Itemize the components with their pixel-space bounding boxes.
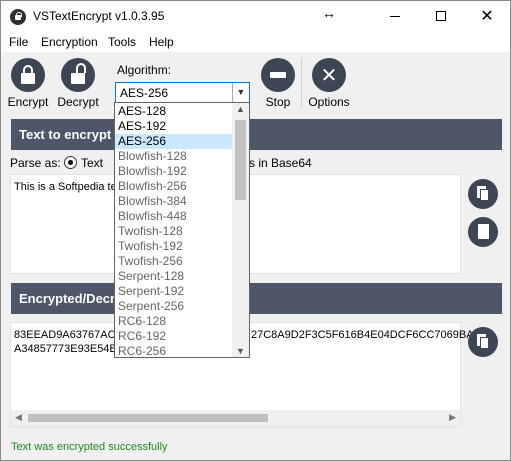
dropdown-option[interactable]: Twofish-192 bbox=[115, 239, 233, 254]
stop-icon bbox=[261, 58, 295, 92]
dropdown-option[interactable]: RC6-192 bbox=[115, 329, 233, 344]
scroll-left-icon[interactable]: ◀ bbox=[15, 412, 22, 423]
wrench-screwdriver-icon: ✕ bbox=[312, 58, 346, 92]
dropdown-option[interactable]: Blowfish-384 bbox=[115, 194, 233, 209]
options-button[interactable]: ✕ Options bbox=[304, 58, 354, 109]
dropdown-scroll-thumb[interactable] bbox=[235, 120, 246, 200]
options-label: Options bbox=[308, 95, 350, 109]
close-icon: ✕ bbox=[480, 8, 494, 25]
scrollbar-thumb[interactable] bbox=[28, 414, 268, 422]
parse-options: Parse as: Text s in Base64 bbox=[10, 156, 500, 172]
output-line-1-left: 83EEAD9A63767AC6 bbox=[14, 329, 122, 341]
encrypt-button[interactable]: Encrypt bbox=[3, 58, 53, 109]
minimize-button[interactable] bbox=[372, 1, 418, 32]
scroll-right-icon[interactable]: ▶ bbox=[449, 412, 456, 423]
chevron-down-icon[interactable]: ▼ bbox=[232, 83, 249, 102]
radio-base64-label: s in Base64 bbox=[249, 156, 312, 170]
toolbar-separator bbox=[301, 58, 302, 108]
dropdown-option[interactable]: Twofish-256 bbox=[115, 254, 233, 269]
output-section-header: Encrypted/Decr bbox=[11, 283, 502, 314]
dropdown-scrollbar[interactable]: ▲ ▼ bbox=[232, 103, 249, 357]
window-title: VSTextEncrypt v1.0.3.95 bbox=[33, 9, 165, 23]
radio-text-label: Text bbox=[81, 156, 104, 170]
output-line-1-right: 27C8A9D2F3C5F616B4E04DCF6CC7069BA4 bbox=[251, 329, 480, 341]
dropdown-option[interactable]: Serpent-256 bbox=[115, 299, 233, 314]
copy-output-button[interactable] bbox=[468, 327, 498, 357]
input-section-header: Text to encrypt bbox=[11, 119, 502, 150]
copy-input-button[interactable] bbox=[468, 179, 498, 209]
lock-closed-icon bbox=[11, 58, 45, 92]
menu-help[interactable]: Help bbox=[149, 35, 174, 49]
dropdown-option[interactable]: Serpent-192 bbox=[115, 284, 233, 299]
lock-open-icon bbox=[61, 58, 95, 92]
close-button[interactable]: ✕ bbox=[464, 1, 510, 32]
scroll-down-icon[interactable]: ▼ bbox=[232, 346, 249, 356]
menu-encryption[interactable]: Encryption bbox=[41, 35, 98, 49]
parse-label: Parse as: bbox=[10, 156, 61, 170]
dropdown-option[interactable]: Twofish-128 bbox=[115, 224, 233, 239]
encrypt-label: Encrypt bbox=[7, 95, 49, 109]
minimize-icon bbox=[390, 16, 400, 17]
title-bar: VSTextEncrypt v1.0.3.95 ↔ ✕ bbox=[1, 1, 510, 32]
maximize-icon bbox=[436, 11, 446, 21]
dropdown-option[interactable]: AES-192 bbox=[115, 119, 233, 134]
menu-bar: File Encryption Tools Help bbox=[1, 32, 510, 52]
maximize-button[interactable] bbox=[418, 1, 464, 32]
dropdown-option[interactable]: AES-256 bbox=[115, 134, 233, 149]
algorithm-label: Algorithm: bbox=[117, 63, 172, 77]
dropdown-option[interactable]: Blowfish-128 bbox=[115, 149, 233, 164]
dropdown-option[interactable]: RC6-256 bbox=[115, 344, 233, 357]
paste-input-button[interactable] bbox=[468, 217, 498, 247]
dropdown-option[interactable]: Blowfish-448 bbox=[115, 209, 233, 224]
output-line-2: A34857773E93E54BF bbox=[14, 343, 124, 355]
status-message: Text was encrypted successfully bbox=[11, 441, 168, 453]
toolbar: Encrypt Decrypt Algorithm: AES-256 ▼ Sto… bbox=[1, 52, 510, 114]
menu-tools[interactable]: Tools bbox=[108, 35, 136, 49]
document-icon bbox=[478, 224, 489, 239]
scroll-up-icon[interactable]: ▲ bbox=[232, 104, 249, 114]
decrypt-button[interactable]: Decrypt bbox=[53, 58, 103, 109]
dropdown-option[interactable]: AES-128 bbox=[115, 104, 233, 119]
input-text: This is a Softpedia te bbox=[14, 181, 117, 193]
algorithm-select[interactable]: AES-256 ▼ bbox=[115, 82, 250, 103]
app-window: VSTextEncrypt v1.0.3.95 ↔ ✕ File Encrypt… bbox=[0, 0, 511, 461]
resize-cursor-icon: ↔ bbox=[322, 5, 336, 21]
dropdown-option[interactable]: Blowfish-256 bbox=[115, 179, 233, 194]
dropdown-option[interactable]: Serpent-128 bbox=[115, 269, 233, 284]
algorithm-dropdown-list[interactable]: AES-128 AES-192 AES-256 Blowfish-128 Blowfis… bbox=[114, 102, 250, 358]
output-horizontal-scrollbar[interactable]: ◀ ▶ bbox=[11, 410, 460, 426]
decrypt-label: Decrypt bbox=[57, 95, 99, 109]
dropdown-option[interactable]: RC6-128 bbox=[115, 314, 233, 329]
dropdown-option[interactable]: Blowfish-192 bbox=[115, 164, 233, 179]
menu-file[interactable]: File bbox=[9, 35, 28, 49]
stop-button[interactable]: Stop bbox=[253, 58, 303, 109]
radio-text[interactable] bbox=[64, 156, 77, 169]
stop-label: Stop bbox=[265, 95, 291, 109]
algorithm-value: AES-256 bbox=[120, 86, 169, 100]
app-lock-icon bbox=[10, 9, 26, 25]
